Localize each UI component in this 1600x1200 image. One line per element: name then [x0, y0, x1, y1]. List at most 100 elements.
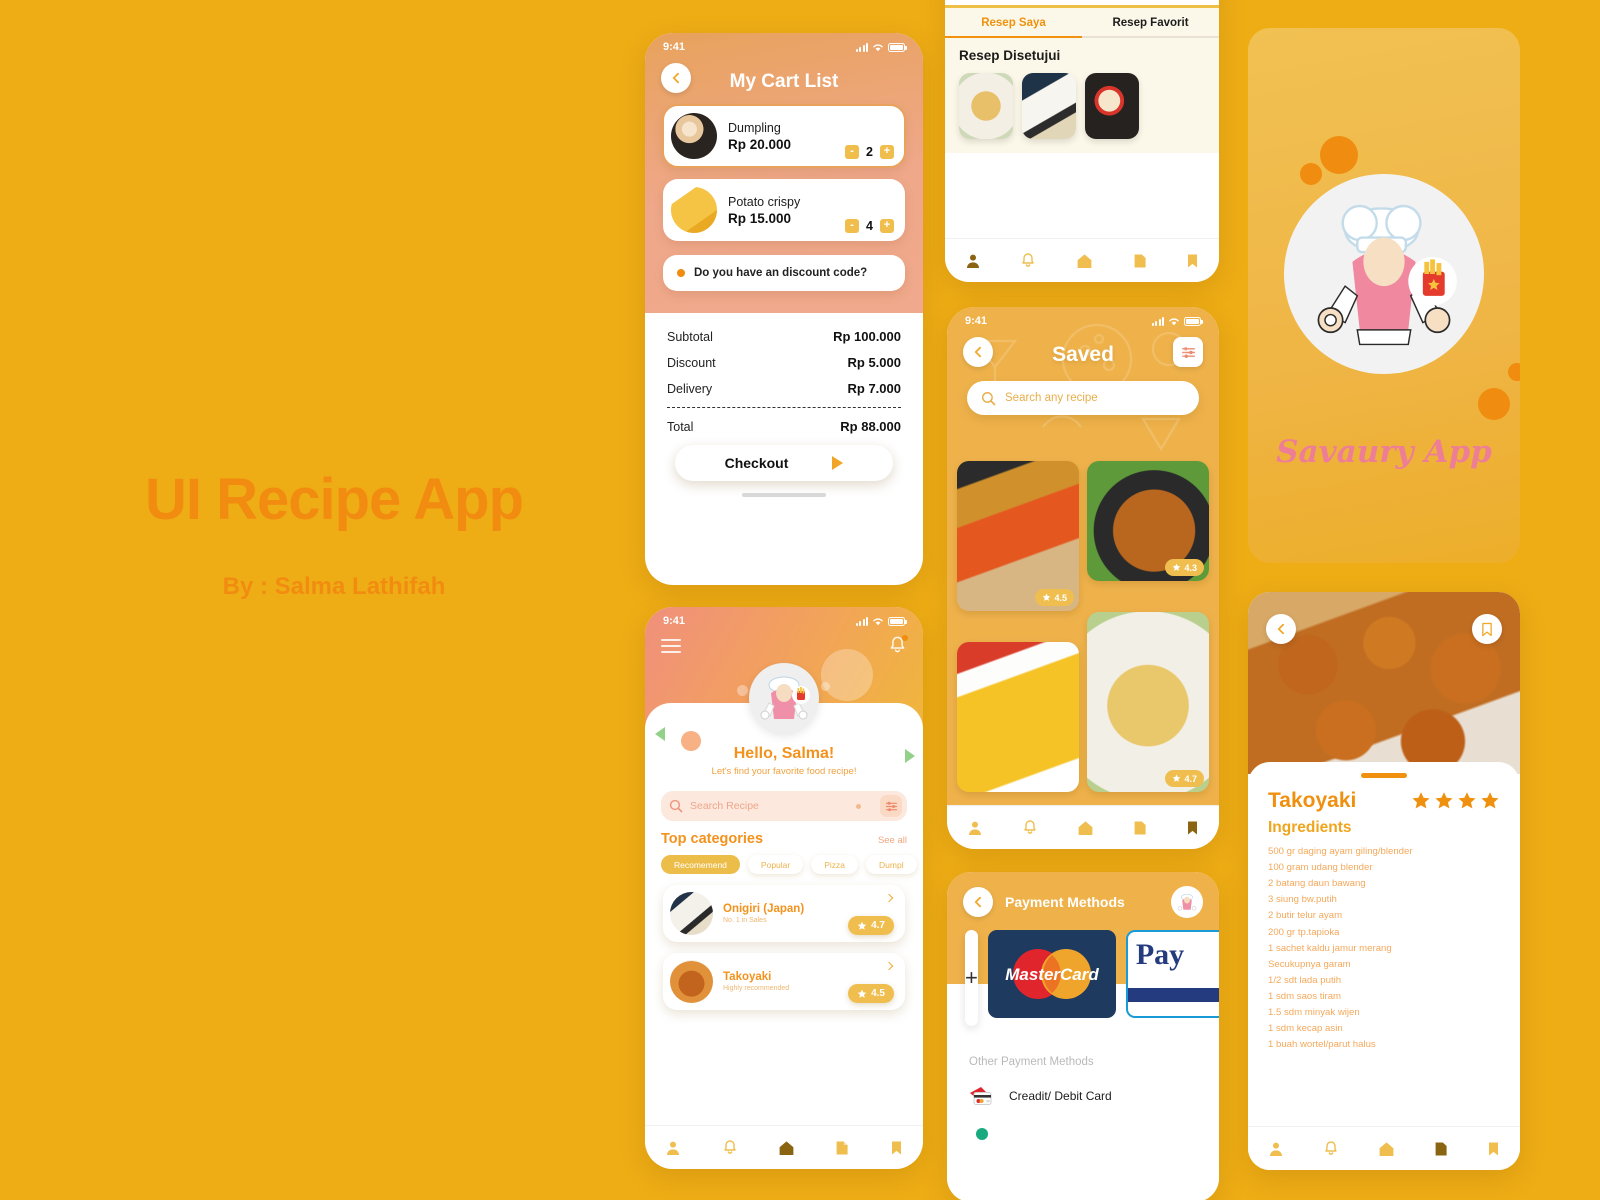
nav-profile-icon[interactable]	[967, 820, 983, 836]
decrement-button[interactable]: -	[845, 145, 860, 159]
battery-icon	[1184, 316, 1203, 326]
payment-header: Payment Methods + MasterCard Pay	[947, 872, 1219, 1026]
nav-home-icon[interactable]	[1076, 253, 1093, 269]
decor-blob	[1508, 363, 1520, 381]
cart-item[interactable]: Dumpling Rp 20.000 - 2 +	[662, 104, 906, 168]
saved-screen: 9:41 Saved Search any recipe 4.5 4.3 4.7	[947, 307, 1219, 849]
nav-bookmark-icon[interactable]	[1186, 820, 1199, 836]
mascot-circle	[1284, 174, 1484, 374]
bottom-nav	[945, 238, 1219, 282]
nav-bookmark-icon[interactable]	[1186, 253, 1199, 269]
tab-resep-favorit[interactable]: Resep Favorit	[1082, 8, 1219, 38]
resep-body: Resep Disetujui	[945, 38, 1219, 153]
saved-recipe-card[interactable]: 4.7	[1087, 612, 1209, 792]
nav-bell-icon[interactable]	[722, 1139, 738, 1156]
nav-document-icon[interactable]	[1434, 1141, 1448, 1157]
search-input[interactable]: Search Recipe	[661, 791, 907, 821]
category-chip-dumpling[interactable]: Dumpl	[866, 855, 917, 874]
paypal-tile[interactable]: Pay	[1125, 930, 1219, 1018]
nav-bell-icon[interactable]	[1020, 252, 1036, 269]
summary-value: Rp 5.000	[847, 355, 901, 370]
tab-resep-saya[interactable]: Resep Saya	[945, 8, 1082, 38]
payment-back-button[interactable]	[963, 887, 993, 917]
category-chip-recomemend[interactable]: Recomemend	[661, 855, 740, 874]
decor-blob	[821, 682, 830, 691]
star-icon	[1458, 792, 1476, 809]
ingredient-item: 3 siung bw.putih	[1268, 894, 1337, 906]
nav-document-icon[interactable]	[1133, 253, 1147, 269]
chevron-right-icon[interactable]	[884, 893, 894, 903]
cart-back-button[interactable]	[661, 63, 691, 93]
resep-thumbnail[interactable]	[1085, 73, 1139, 139]
payment-method-row[interactable]	[969, 1120, 1197, 1140]
decrement-button[interactable]: -	[845, 219, 860, 233]
ingredient-item: 200 gr tp.tapioka	[1268, 926, 1340, 938]
category-chip-list: Recomemend Popular Pizza Dumpl	[661, 855, 923, 874]
see-all-link[interactable]: See all	[878, 835, 907, 846]
increment-button[interactable]: +	[880, 219, 894, 233]
signal-icon	[855, 42, 868, 52]
recommendation-subtitle: Highly recommended	[723, 985, 790, 992]
ingredient-item: 1/2 sdt lada putih	[1268, 974, 1342, 986]
chevron-right-icon[interactable]	[884, 961, 894, 971]
nav-home-icon[interactable]	[778, 1140, 795, 1156]
recommendation-thumbnail	[670, 960, 713, 1003]
discount-code-row[interactable]: Do you have an discount code?	[663, 255, 905, 291]
ingredients-list: 500 gr daging ayam giling/blender 100 gr…	[1268, 844, 1500, 1053]
search-icon	[669, 799, 683, 813]
ingredient-item: 500 gr daging ayam giling/blender	[1268, 846, 1413, 857]
nav-bookmark-icon[interactable]	[890, 1140, 903, 1156]
nav-document-icon[interactable]	[835, 1140, 849, 1156]
recommendation-card[interactable]: Takoyaki Highly recommended 4.5	[663, 953, 905, 1010]
decor-blob	[737, 685, 748, 696]
nav-bell-icon[interactable]	[1323, 1140, 1339, 1157]
resep-tabs: Resep Saya Resep Favorit	[945, 5, 1219, 38]
nav-bookmark-icon[interactable]	[1487, 1141, 1500, 1157]
filter-sliders-icon[interactable]	[880, 795, 902, 817]
wifi-icon	[873, 618, 883, 625]
nav-document-icon[interactable]	[1133, 820, 1147, 836]
saved-recipe-card[interactable]: 4.3 Bakso Bakar	[1087, 461, 1209, 581]
saved-recipe-card[interactable]: 4.5 Hotang Pedas	[957, 461, 1079, 611]
logo-panel: Savaury App	[1248, 28, 1520, 563]
add-card-button[interactable]: +	[965, 930, 978, 1026]
summary-value: Rp 7.000	[847, 381, 901, 396]
payment-method-row[interactable]: Creadit/ Debit Card	[969, 1086, 1197, 1106]
rating-badge: 4.5	[848, 984, 894, 1003]
mastercard-tile[interactable]: MasterCard	[987, 930, 1116, 1018]
checkout-button[interactable]: Checkout	[675, 445, 893, 481]
detail-back-button[interactable]	[1266, 614, 1296, 644]
cart-item[interactable]: Potato crispy Rp 15.000 - 4 +	[663, 179, 905, 241]
saved-recipe-card[interactable]	[957, 642, 1079, 792]
nav-profile-icon[interactable]	[965, 253, 981, 269]
category-chip-popular[interactable]: Popular	[747, 855, 804, 874]
hamburger-menu-icon[interactable]	[661, 638, 681, 657]
resep-thumbnail[interactable]	[1022, 73, 1076, 139]
status-time: 9:41	[663, 41, 686, 53]
recipe-detail-sheet: Takoyaki Ingredients 500 gr daging ayam …	[1248, 762, 1520, 1170]
category-chip-pizza[interactable]: Pizza	[811, 855, 859, 874]
bottom-nav	[645, 1125, 923, 1169]
bullet-icon	[677, 269, 685, 277]
home-indicator	[742, 493, 826, 497]
bell-notification-icon[interactable]	[888, 635, 908, 660]
nav-profile-icon[interactable]	[1268, 1141, 1284, 1157]
nav-profile-icon[interactable]	[665, 1140, 681, 1156]
hijab-chef-illustration	[1317, 204, 1457, 346]
decor-triangle	[655, 727, 665, 741]
nav-bell-icon[interactable]	[1022, 819, 1038, 836]
increment-button[interactable]: +	[880, 145, 894, 159]
drag-handle[interactable]	[1361, 773, 1407, 778]
nav-home-icon[interactable]	[1378, 1141, 1395, 1157]
quantity-stepper[interactable]: - 4 +	[845, 219, 894, 233]
recommendation-card[interactable]: Onigiri (Japan) No. 1 in Sales 4.7	[663, 885, 905, 942]
resep-thumbnail[interactable]	[959, 73, 1013, 139]
detail-bookmark-button[interactable]	[1472, 614, 1502, 644]
author-credit: By : Salma Lathifah	[222, 572, 446, 600]
nav-home-icon[interactable]	[1077, 820, 1094, 836]
star-icon	[857, 989, 867, 998]
rating-value: 4.5	[1054, 592, 1067, 603]
quantity-stepper[interactable]: - 2 +	[845, 145, 894, 159]
decor-blob	[1478, 388, 1510, 420]
cart-item-price: Rp 20.000	[728, 136, 792, 152]
